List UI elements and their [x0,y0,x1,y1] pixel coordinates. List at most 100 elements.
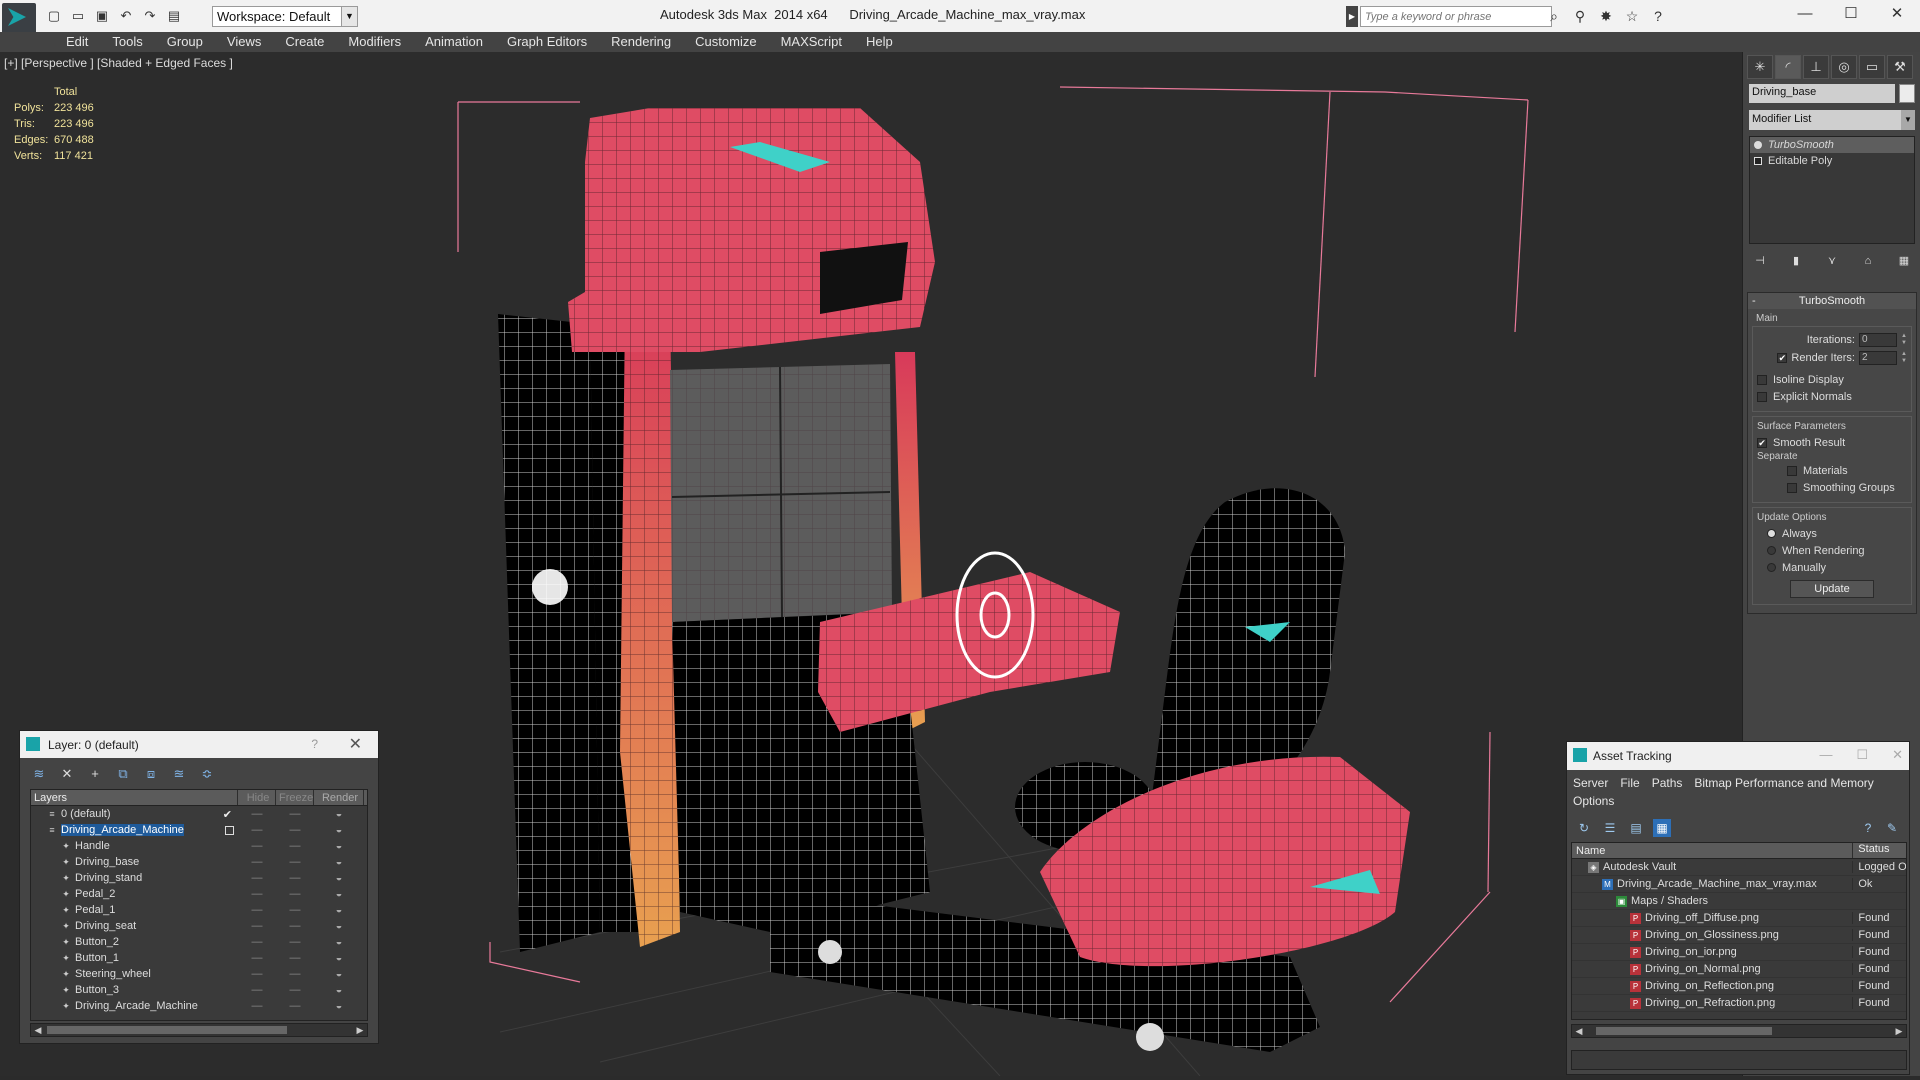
binoculars-icon[interactable]: ⌕ [1544,6,1564,27]
save-icon[interactable]: ▣ [92,6,112,26]
table-view-icon[interactable]: ▦ [1653,819,1671,837]
close-icon[interactable]: ✕ [1892,747,1903,763]
hide-toggle[interactable]: — [238,808,276,820]
asset-row[interactable]: P Driving_on_Glossiness.png Found [1572,927,1906,944]
tree-view-icon[interactable]: ▤ [1627,819,1645,837]
hide-toggle[interactable]: — [238,872,276,884]
materials-checkbox[interactable] [1787,465,1797,476]
menu-tools[interactable]: Tools [100,32,154,52]
display-tab-icon[interactable]: ▭ [1859,55,1885,79]
search-icon[interactable]: ⚲ [1570,6,1590,27]
horizontal-scrollbar[interactable]: ◀ ▶ [1571,1024,1907,1038]
menu-customize[interactable]: Customize [683,32,768,52]
asset-row[interactable]: P Driving_on_Normal.png Found [1572,961,1906,978]
favorites-star-icon[interactable]: ☆ [1622,6,1642,27]
scroll-thumb[interactable] [1596,1027,1772,1035]
select-objects-icon[interactable]: ⧉ [114,765,132,783]
menu-edit[interactable]: Edit [54,32,100,52]
render-teapot-icon[interactable]: ◒ [314,920,364,932]
render-teapot-icon[interactable]: ◒ [314,984,364,996]
maximize-icon[interactable]: ☐ [1856,747,1868,763]
create-layer-icon[interactable]: ≋ [30,765,48,783]
freeze-toggle[interactable]: — [276,984,314,996]
hide-toggle[interactable]: — [238,968,276,980]
modifier-list-dropdown[interactable]: Modifier List ▼ [1749,110,1915,130]
layer-row[interactable]: ✦ Pedal_1— — ◒ [31,902,367,918]
freeze-toggle[interactable]: — [276,888,314,900]
layer-row[interactable]: ✦ Button_3— — ◒ [31,982,367,998]
select-layer-icon[interactable]: ⧈ [142,765,160,783]
layer-row[interactable]: ✦ Button_1— — ◒ [31,950,367,966]
spinner-arrows-icon[interactable]: ▲ ▼ [1901,333,1907,347]
layer-row[interactable]: ✦ Driving_seat — — ◒ [31,918,367,934]
isoline-checkbox[interactable] [1757,374,1767,385]
column-hide[interactable]: Hide [238,790,276,805]
column-name[interactable]: Name [1572,843,1852,858]
iterations-spinner[interactable]: 0 [1859,333,1897,347]
layer-row[interactable]: ✦ Driving_stand — — ◒ [31,870,367,886]
render-teapot-icon[interactable]: ◒ [314,952,364,964]
scroll-thumb[interactable] [47,1026,287,1034]
when-rendering-radio[interactable] [1767,546,1776,555]
render-iters-spinner[interactable]: 2 [1859,351,1897,365]
horizontal-scrollbar[interactable]: ◀ ▶ [30,1023,368,1037]
smooth-result-checkbox[interactable]: ✔ [1757,437,1767,448]
pin-stack-icon[interactable]: ⊣ [1749,252,1771,270]
chevron-down-icon[interactable]: ▼ [1901,110,1915,130]
show-end-result-icon[interactable]: ▮ [1785,252,1807,270]
hide-toggle[interactable]: — [238,1000,276,1012]
chevron-down-icon[interactable]: ▼ [341,7,357,26]
delete-layer-icon[interactable]: ✕ [58,765,76,783]
freeze-toggle[interactable]: — [276,920,314,932]
layer-row[interactable]: ✦ Pedal_2— — ◒ [31,886,367,902]
asset-row[interactable]: M Driving_Arcade_Machine_max_vray.max Ok [1572,876,1906,893]
redo-icon[interactable]: ↷ [140,6,160,26]
freeze-toggle[interactable]: — [276,840,314,852]
hide-toggle[interactable]: — [238,840,276,852]
asset-path-field[interactable] [1571,1050,1907,1070]
layer-row[interactable]: ✦ Steering_wheel — — ◒ [31,966,367,982]
menu-modifiers[interactable]: Modifiers [336,32,413,52]
asset-row[interactable]: P Driving_off_Diffuse.png Found [1572,910,1906,927]
hide-toggle[interactable]: — [238,984,276,996]
maximize-icon[interactable]: ☐ [1828,0,1874,28]
rollout-header[interactable]: - TurboSmooth [1748,293,1916,309]
refresh-icon[interactable]: ↻ [1575,819,1593,837]
asset-row[interactable]: P Driving_on_Reflection.png Found [1572,978,1906,995]
menu-rendering[interactable]: Rendering [599,32,683,52]
column-freeze[interactable]: Freeze [276,790,314,805]
scroll-left-icon[interactable]: ◀ [31,1024,45,1036]
asset-row[interactable]: P Driving_on_Refraction.png Found [1572,995,1906,1012]
layer-manager-titlebar[interactable]: Layer: 0 (default) ? ✕ [20,731,378,758]
menu-paths[interactable]: Paths [1652,774,1689,792]
manually-radio[interactable] [1767,563,1776,572]
menu-options[interactable]: Options [1573,792,1620,810]
undo-icon[interactable]: ↶ [116,6,136,26]
utilities-tab-icon[interactable]: ⚒ [1887,55,1913,79]
asset-row[interactable]: ◈ Autodesk Vault Logged O [1572,859,1906,876]
render-teapot-icon[interactable]: ◒ [314,888,364,900]
freeze-toggle[interactable]: — [276,824,314,836]
layer-row[interactable]: ✦ Driving_Arcade_Machine — — ◒ [31,998,367,1014]
column-status[interactable]: Status [1852,843,1906,858]
layer-row[interactable]: ✦ Driving_base — — ◒ [31,854,367,870]
render-teapot-icon[interactable]: ◒ [314,936,364,948]
make-unique-icon[interactable]: ⋎ [1821,252,1843,270]
freeze-all-icon[interactable]: ≎ [198,765,216,783]
motion-tab-icon[interactable]: ◎ [1831,55,1857,79]
freeze-toggle[interactable]: — [276,952,314,964]
freeze-toggle[interactable]: — [276,904,314,916]
hide-toggle[interactable]: — [238,920,276,932]
freeze-toggle[interactable]: — [276,808,314,820]
menu-group[interactable]: Group [155,32,215,52]
menu-file[interactable]: File [1620,774,1645,792]
layer-row[interactable]: ≡ Driving_Arcade_Machine — — ◒ [31,822,367,838]
scroll-left-icon[interactable]: ◀ [1572,1025,1586,1037]
hierarchy-tab-icon[interactable]: ⊥ [1803,55,1829,79]
render-teapot-icon[interactable]: ◒ [314,904,364,916]
freeze-toggle[interactable]: — [276,936,314,948]
expand-plus-icon[interactable] [1754,157,1762,165]
menu-views[interactable]: Views [215,32,273,52]
menu-help[interactable]: Help [854,32,905,52]
layer-row[interactable]: ✦ Handle — — ◒ [31,838,367,854]
